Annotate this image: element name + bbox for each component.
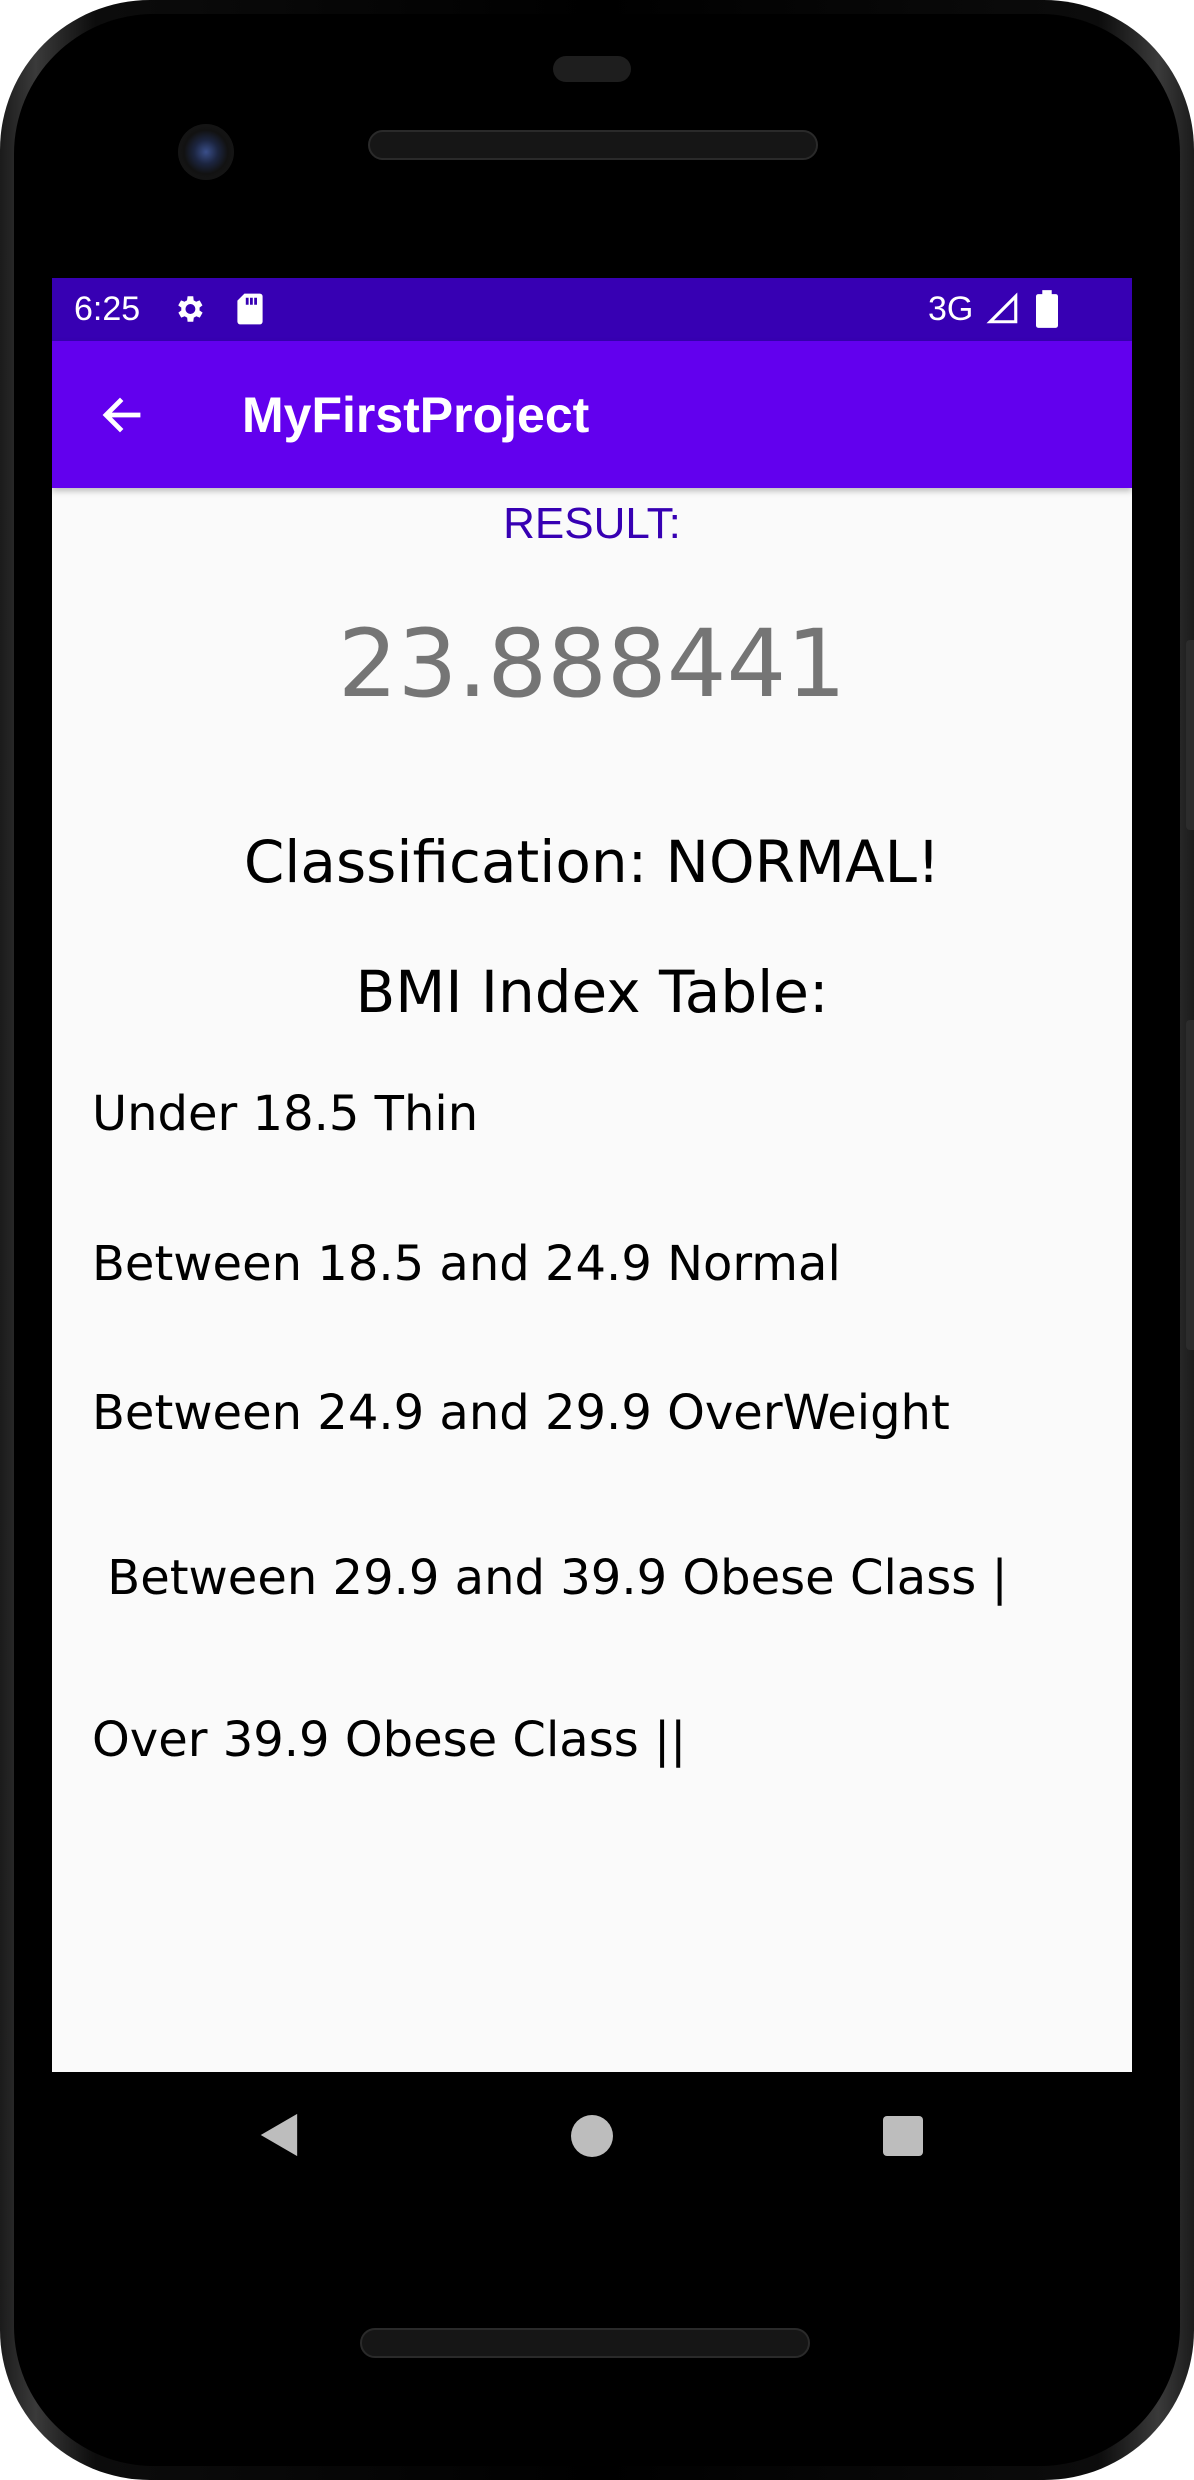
nav-home-icon[interactable] [571,2115,613,2157]
classification-text: Classification: NORMAL! [243,828,941,896]
bmi-table-row-obese-2: Over 39.9 Obese Class || [92,1712,687,1768]
gear-icon [172,292,206,326]
bmi-table-row-overweight: Between 24.9 and 29.9 OverWeight [92,1385,950,1441]
network-type: 3G [928,290,974,328]
nav-back-icon[interactable] [256,2112,300,2158]
arrow-left-icon[interactable] [98,391,146,439]
bottom-speaker-grille [360,2328,810,2358]
navigation-bar [52,2072,1132,2198]
power-button [1186,640,1194,830]
earpiece [553,56,631,82]
status-time: 6:25 [74,290,141,328]
bmi-table-heading: BMI Index Table: [355,958,829,1026]
volume-button [1186,1020,1194,1350]
result-label: RESULT: [503,499,681,548]
device-screen: 6:25 3G MyFirstProject RESULT: 23.888441… [52,278,1132,2072]
bmi-value: 23.888441 [337,610,847,719]
status-bar: 6:25 3G [52,278,1132,341]
battery-icon [1036,290,1058,337]
phone-frame: 6:25 3G MyFirstProject RESULT: 23.888441… [0,0,1194,2480]
nav-recents-icon[interactable] [883,2116,923,2156]
bmi-table-row-obese-1: Between 29.9 and 39.9 Obese Class | [92,1550,1008,1606]
sd-card-icon [236,292,264,335]
app-title: MyFirstProject [242,387,590,443]
app-bar: MyFirstProject [52,341,1132,488]
bmi-table-row-thin: Under 18.5 Thin [92,1086,479,1142]
top-speaker-grille [368,130,818,160]
bmi-table-row-normal: Between 18.5 and 24.9 Normal [92,1236,841,1292]
front-camera-icon [178,124,234,180]
signal-icon [986,292,1020,335]
